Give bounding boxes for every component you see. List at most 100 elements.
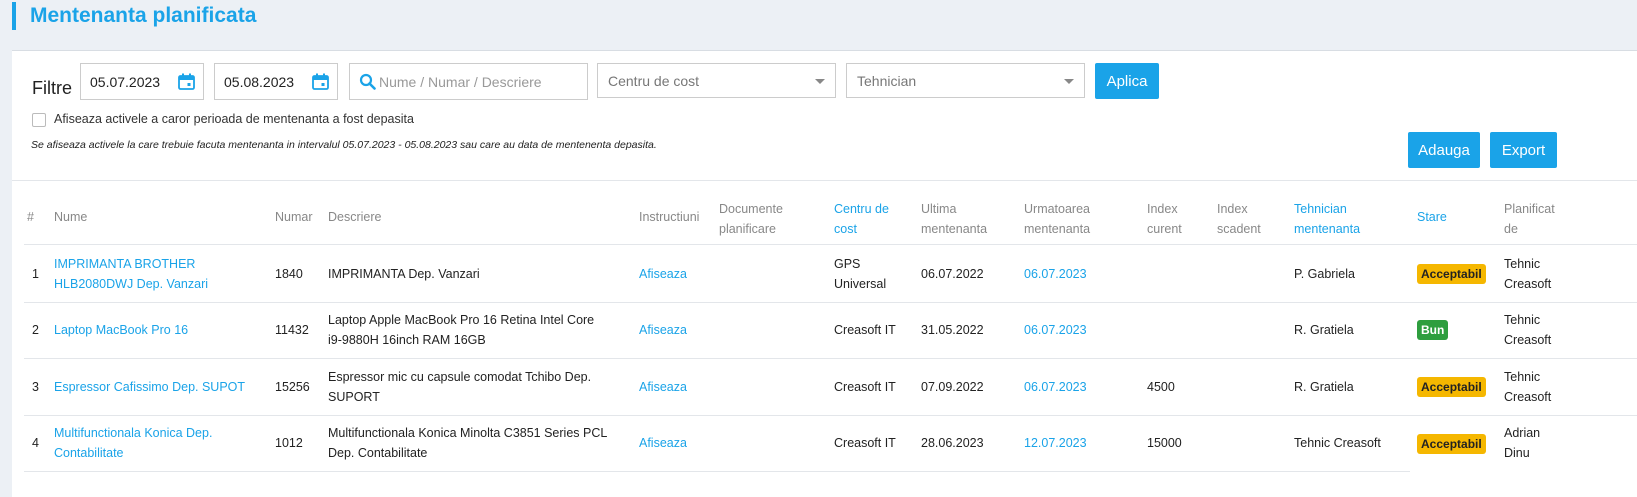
row-next-maintenance[interactable]: 12.07.2023 [1024, 433, 1087, 453]
row-planned-by: Adrian Dinu [1504, 423, 1540, 463]
col-header-cost-line2: cost [834, 222, 857, 236]
add-button[interactable]: Adauga [1408, 132, 1480, 168]
col-header-last-line1: Ultima [921, 202, 957, 216]
page-header: Mentenanta planificata [0, 0, 1637, 50]
row-name-link[interactable]: Espressor Cafissimo Dep. SUPOT [54, 377, 245, 397]
row-planned-line2: Creasoft [1504, 277, 1552, 291]
row-technician: R. Gratiela [1294, 380, 1354, 394]
cost-center-select[interactable]: Centru de cost [597, 63, 836, 98]
row-divider [24, 302, 1637, 303]
status-badge: Bun [1417, 320, 1449, 340]
row-description-line2: i9-9880H 16inch RAM 16GB [328, 333, 486, 347]
technician-placeholder: Tehnician [857, 73, 917, 89]
row-next-maintenance[interactable]: 06.07.2023 [1024, 264, 1087, 284]
col-header-planned-line2: de [1504, 222, 1518, 236]
row-description: IMPRIMANTA Dep. Vanzari [328, 267, 480, 281]
calendar-icon[interactable] [178, 73, 195, 90]
row-cost-center: Creasoft IT [834, 323, 896, 337]
search-placeholder: Nume / Numar / Descriere [379, 74, 542, 90]
col-header-cost-center[interactable]: Centru de cost [834, 199, 889, 239]
status-badge: Acceptabil [1417, 377, 1486, 397]
row-name-link[interactable]: Laptop MacBook Pro 16 [54, 320, 188, 340]
col-header-index-current: Index curent [1147, 199, 1182, 239]
col-header-documents-line2: planificare [719, 222, 776, 236]
apply-button[interactable]: Aplica [1095, 63, 1159, 99]
date-from-input[interactable]: 05.07.2023 [80, 63, 204, 100]
technician-select[interactable]: Tehnician [846, 63, 1085, 98]
col-header-planned-line1: Planificat [1504, 202, 1555, 216]
row-index: 1 [32, 267, 39, 281]
chevron-down-icon [1064, 79, 1074, 84]
row-name-link[interactable]: Multifunctionala Konica Dep. Contabilita… [54, 423, 212, 463]
divider [12, 180, 1637, 181]
row-planned-by: Tehnic Creasoft [1504, 310, 1551, 350]
row-next-maintenance[interactable]: 06.07.2023 [1024, 320, 1087, 340]
col-header-index-current-line1: Index [1147, 202, 1178, 216]
date-to-input[interactable]: 05.08.2023 [214, 63, 338, 100]
row-index: 3 [32, 380, 39, 394]
col-header-technician-line1: Tehnician [1294, 202, 1347, 216]
status-badge: Acceptabil [1417, 434, 1486, 454]
chevron-down-icon [815, 79, 825, 84]
overdue-checkbox[interactable] [32, 113, 46, 127]
status-badge: Acceptabil [1417, 264, 1486, 284]
row-next-maintenance[interactable]: 06.07.2023 [1024, 377, 1087, 397]
row-technician: R. Gratiela [1294, 323, 1354, 337]
col-header-state[interactable]: Stare [1417, 207, 1447, 227]
search-input[interactable]: Nume / Numar / Descriere [349, 63, 588, 100]
row-divider [24, 358, 1637, 359]
col-header-index-due-line1: Index [1217, 202, 1248, 216]
row-instructions-link[interactable]: Afiseaza [639, 320, 687, 340]
title-accent-bar [12, 2, 16, 30]
col-header-documents-line1: Documente [719, 202, 783, 216]
row-last-maintenance: 31.05.2022 [921, 323, 984, 337]
col-header-next-line2: mentenanta [1024, 222, 1091, 236]
row-divider [24, 244, 1637, 245]
col-header-documents: Documente planificare [719, 199, 783, 239]
row-planned-line1: Tehnic [1504, 313, 1541, 327]
date-to-value: 05.08.2023 [224, 74, 295, 90]
row-divider [24, 471, 1410, 472]
row-cost-line2: Universal [834, 277, 887, 291]
row-planned-by: Tehnic Creasoft [1504, 254, 1551, 294]
row-number: 1840 [275, 267, 303, 281]
row-technician: P. Gabriela [1294, 267, 1355, 281]
row-name-line2: Contabilitate [54, 446, 124, 460]
col-header-next-maintenance: Urmatoarea mentenanta [1024, 199, 1090, 239]
row-description: Multifunctionala Konica Minolta C3851 Se… [328, 423, 607, 463]
row-number: 15256 [275, 380, 310, 394]
col-header-description: Descriere [328, 210, 382, 224]
row-cost-line1: GPS [834, 257, 861, 271]
row-index: 4 [32, 436, 39, 450]
row-description: Espressor mic cu capsule comodat Tchibo … [328, 367, 591, 407]
filter-note: Se afiseaza activele la care trebuie fac… [31, 139, 657, 151]
row-description-line1: Laptop Apple MacBook Pro 16 Retina Intel… [328, 313, 595, 327]
row-instructions-link[interactable]: Afiseaza [639, 264, 687, 284]
row-index-current: 4500 [1147, 380, 1175, 394]
col-header-last-line2: mentenanta [921, 222, 988, 236]
row-cost-center: GPS Universal [834, 254, 886, 294]
overdue-checkbox-label: Afiseaza activele a caror perioada de me… [54, 112, 414, 126]
row-planned-line1: Adrian [1504, 426, 1541, 440]
row-name-link[interactable]: IMPRIMANTA BROTHER HLB2080DWJ Dep. Vanza… [54, 254, 208, 294]
col-header-planned-by: Planificat de [1504, 199, 1555, 239]
export-button[interactable]: Export [1490, 132, 1557, 168]
cost-center-placeholder: Centru de cost [608, 73, 700, 89]
col-header-technician[interactable]: Tehnician mentenanta [1294, 199, 1360, 239]
row-description-line2: SUPORT [328, 390, 380, 404]
date-from-value: 05.07.2023 [90, 74, 161, 90]
row-cost-center: Creasoft IT [834, 380, 896, 394]
row-planned-line1: Tehnic [1504, 370, 1541, 384]
row-instructions-link[interactable]: Afiseaza [639, 433, 687, 453]
col-header-next-line1: Urmatoarea [1024, 202, 1090, 216]
calendar-icon[interactable] [312, 73, 329, 90]
row-instructions-link[interactable]: Afiseaza [639, 377, 687, 397]
col-header-number: Numar [275, 210, 313, 224]
main-panel: Filtre 05.07.2023 05.08.2023 Nume / Numa… [12, 50, 1637, 497]
col-header-technician-line2: mentenanta [1294, 222, 1361, 236]
row-number: 1012 [275, 436, 303, 450]
search-icon [359, 73, 376, 90]
row-number: 11432 [275, 323, 309, 337]
col-header-name: Nume [54, 210, 88, 224]
row-description: Laptop Apple MacBook Pro 16 Retina Intel… [328, 310, 594, 350]
